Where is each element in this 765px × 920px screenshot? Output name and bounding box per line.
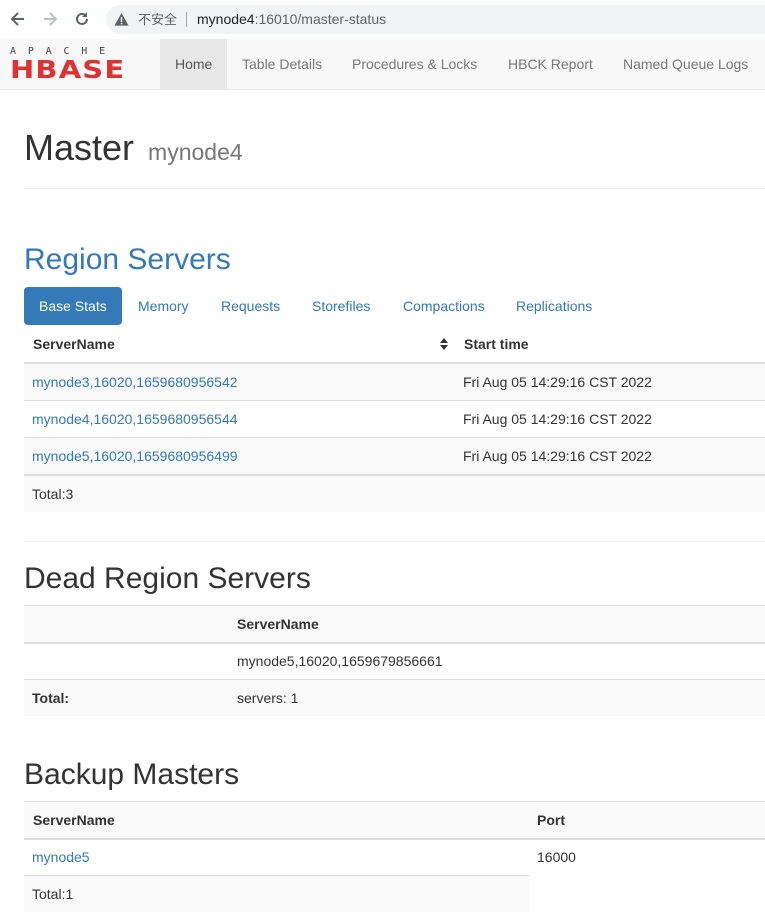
start-time: Fri Aug 05 14:29:16 CST 2022 [463, 411, 652, 427]
forward-arrow-icon[interactable] [40, 9, 60, 29]
table-top-border [24, 605, 765, 606]
dead-region-servers-heading: Dead Region Servers [24, 562, 311, 595]
logo-hbase-text: HBASE [10, 55, 126, 84]
nav-named-queue-logs[interactable]: Named Queue Logs [608, 39, 763, 89]
url-text[interactable]: mynode4:16010/master-status [197, 5, 386, 34]
browser-toolbar: 不安全 mynode4:16010/master-status [0, 0, 765, 39]
backup-master-link[interactable]: mynode5 [24, 839, 90, 876]
total-row [24, 680, 765, 716]
tab-replications[interactable]: Replications [501, 287, 607, 325]
server-link[interactable]: mynode5,16020,1659680956499 [24, 438, 238, 475]
header-row [24, 802, 765, 838]
tab-memory[interactable]: Memory [123, 287, 204, 325]
server-link[interactable]: mynode4,16020,1659680956544 [24, 401, 238, 438]
header-divider [24, 188, 765, 189]
total-count: Total:1 [32, 886, 74, 902]
address-bar[interactable]: 不安全 mynode4:16010/master-status [106, 5, 765, 34]
page-subtitle: mynode4 [148, 139, 243, 165]
hbase-logo[interactable]: APACHE HBASE [10, 46, 147, 83]
server-link[interactable]: mynode3,16020,1659680956542 [24, 364, 238, 401]
sort-icon[interactable] [440, 338, 448, 350]
back-arrow-icon[interactable] [8, 9, 28, 29]
total-label: Total: [32, 690, 70, 706]
nav-home[interactable]: Home [160, 39, 227, 89]
tab-requests[interactable]: Requests [206, 287, 295, 325]
nav-table-details[interactable]: Table Details [227, 39, 337, 89]
column-header-servername: ServerName [237, 616, 319, 632]
column-header-start-time[interactable]: Start time [456, 326, 529, 363]
page-title-text: Master [24, 127, 135, 168]
total-row [24, 476, 765, 512]
top-navbar: APACHE HBASE Home Table Details Procedur… [0, 39, 765, 90]
column-header-servername[interactable]: ServerName [25, 326, 115, 363]
table-header-border [24, 838, 765, 840]
reload-icon[interactable] [72, 9, 92, 29]
tab-compactions[interactable]: Compactions [388, 287, 500, 325]
nav-hbck-report[interactable]: HBCK Report [493, 39, 608, 89]
column-header-port: Port [537, 812, 565, 828]
url-host: mynode4 [197, 11, 255, 27]
backup-masters-heading: Backup Masters [24, 758, 240, 791]
address-divider [186, 12, 187, 27]
header-row [24, 606, 765, 642]
page-title: Master mynode4 [24, 128, 243, 172]
insecure-label: 不安全 [138, 12, 178, 27]
tab-base-stats[interactable]: Base Stats [24, 287, 122, 325]
total-row [24, 876, 529, 912]
url-path: :16010/master-status [254, 11, 387, 27]
section-divider [24, 541, 765, 542]
total-count: Total:3 [32, 486, 74, 502]
warning-icon [114, 12, 129, 26]
backup-master-port: 16000 [537, 849, 576, 865]
dead-server-name: mynode5,16020,1659679856661 [237, 653, 443, 669]
total-servers: servers: 1 [237, 690, 299, 706]
column-header-servername: ServerName [33, 812, 115, 828]
region-servers-heading[interactable]: Region Servers [24, 243, 231, 277]
nav-procedures-locks[interactable]: Procedures & Locks [337, 39, 492, 89]
start-time: Fri Aug 05 14:29:16 CST 2022 [463, 374, 652, 390]
tab-storefiles[interactable]: Storefiles [297, 287, 385, 325]
start-time: Fri Aug 05 14:29:16 CST 2022 [463, 448, 652, 464]
table-top-border [24, 801, 765, 802]
